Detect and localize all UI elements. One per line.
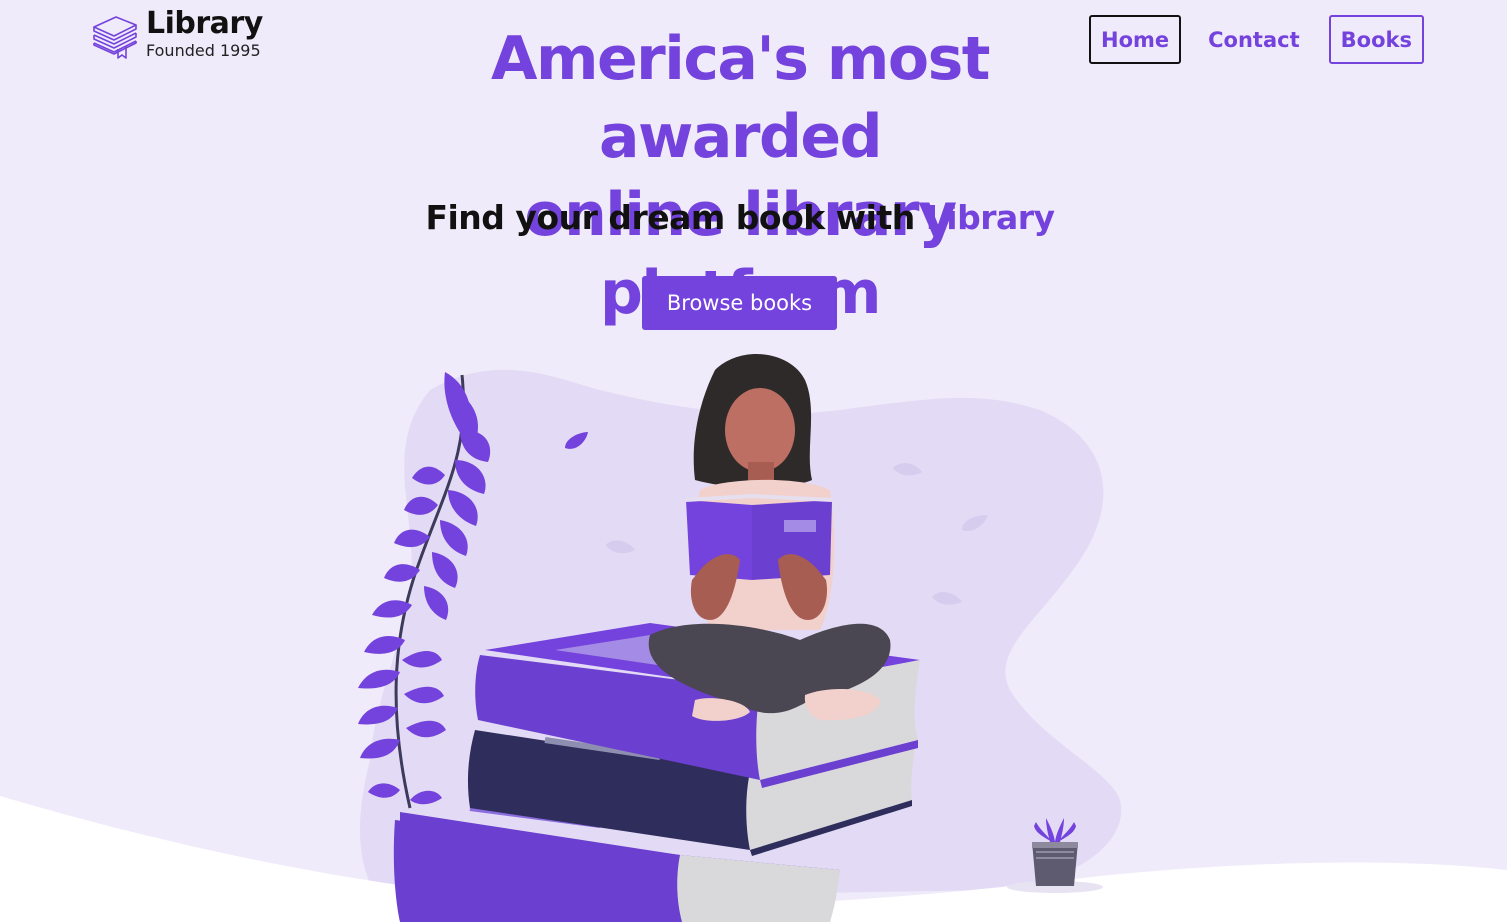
hero-headline-line1: America's most awarded: [491, 24, 990, 172]
main-nav: Home Contact Books: [1089, 15, 1424, 64]
reading-woman-illustration: [0, 353, 1507, 922]
logo-title: Library: [146, 6, 263, 41]
logo-link[interactable]: Library Founded 1995: [90, 8, 263, 60]
logo-subtitle: Founded 1995: [146, 41, 261, 60]
nav-home-link[interactable]: Home: [1089, 15, 1182, 64]
hero-subheadline-text: Find your dream book with: [425, 198, 926, 237]
hero-subheadline-accent: Library: [925, 198, 1055, 237]
landing-page: Library Founded 1995 Home Contact Books …: [0, 0, 1507, 922]
nav-contact-link[interactable]: Contact: [1196, 15, 1312, 64]
browse-books-button[interactable]: Browse books: [642, 276, 837, 330]
hero-subheadline: Find your dream book with Library: [380, 196, 1100, 240]
books-stack-icon: [93, 16, 137, 59]
nav-books-link[interactable]: Books: [1328, 15, 1424, 64]
